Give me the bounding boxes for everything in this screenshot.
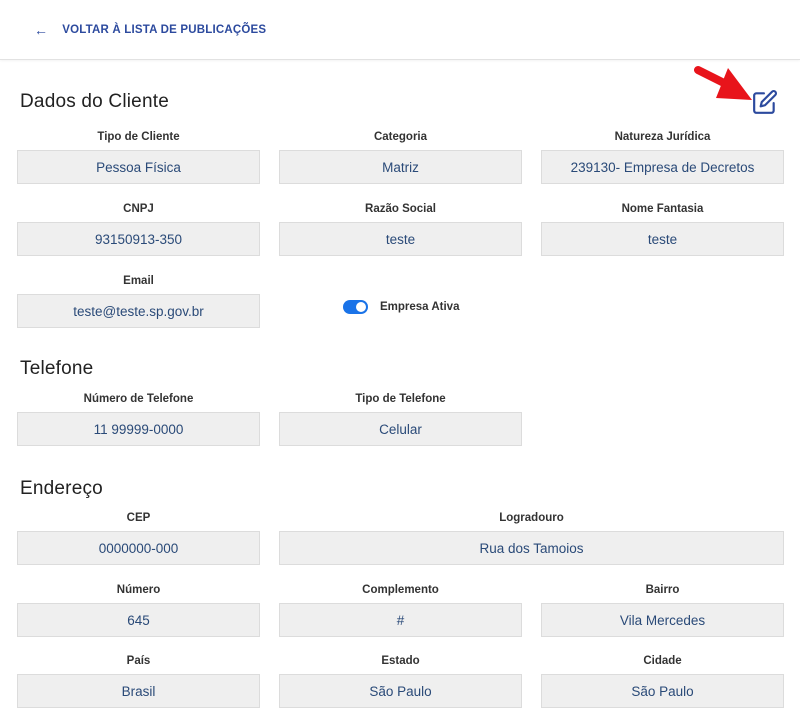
- label-categoria: Categoria: [373, 131, 428, 143]
- label-email: Email: [123, 275, 154, 287]
- empresa-ativa-label: Empresa Ativa: [380, 301, 460, 313]
- empresa-ativa-toggle-group: Empresa Ativa: [343, 300, 459, 314]
- section-title-address: Endereço: [20, 478, 103, 499]
- label-nome-fantasia: Nome Fantasia: [621, 203, 704, 215]
- field-numero[interactable]: 645: [17, 603, 260, 637]
- field-tipo-telefone[interactable]: Celular: [279, 412, 522, 446]
- label-numero: Número: [116, 584, 161, 596]
- field-categoria[interactable]: Matriz: [279, 150, 522, 184]
- label-bairro: Bairro: [645, 584, 680, 596]
- label-cep: CEP: [126, 512, 151, 524]
- label-complemento: Complemento: [362, 584, 439, 596]
- section-title-client: Dados do Cliente: [20, 91, 169, 112]
- field-email[interactable]: teste@teste.sp.gov.br: [17, 294, 260, 328]
- label-logradouro: Logradouro: [499, 512, 564, 524]
- field-razao-social[interactable]: teste: [279, 222, 522, 256]
- field-estado[interactable]: São Paulo: [279, 674, 522, 708]
- field-natureza-juridica[interactable]: 239130- Empresa de Decretos: [541, 150, 784, 184]
- field-nome-fantasia[interactable]: teste: [541, 222, 784, 256]
- back-link-label: VOLTAR À LISTA DE PUBLICAÇÕES: [62, 24, 267, 36]
- field-logradouro[interactable]: Rua dos Tamoios: [279, 531, 784, 565]
- red-annotation-arrow: [694, 66, 752, 100]
- label-cidade: Cidade: [643, 655, 682, 667]
- back-to-list-link[interactable]: ← VOLTAR À LISTA DE PUBLICAÇÕES: [34, 23, 266, 37]
- field-tipo-cliente[interactable]: Pessoa Física: [17, 150, 260, 184]
- field-cidade[interactable]: São Paulo: [541, 674, 784, 708]
- top-bar: ← VOLTAR À LISTA DE PUBLICAÇÕES: [0, 0, 800, 60]
- label-tipo-telefone: Tipo de Telefone: [355, 393, 446, 405]
- field-bairro[interactable]: Vila Mercedes: [541, 603, 784, 637]
- label-estado: Estado: [381, 655, 420, 667]
- label-razao-social: Razão Social: [365, 203, 436, 215]
- field-complemento[interactable]: #: [279, 603, 522, 637]
- edit-icon[interactable]: [752, 89, 778, 115]
- label-tipo-cliente: Tipo de Cliente: [97, 131, 180, 143]
- field-pais[interactable]: Brasil: [17, 674, 260, 708]
- label-cnpj: CNPJ: [123, 203, 154, 215]
- arrow-left-icon: ←: [34, 22, 49, 38]
- label-natureza-juridica: Natureza Jurídica: [614, 131, 711, 143]
- section-title-phone: Telefone: [20, 358, 94, 379]
- label-numero-telefone: Número de Telefone: [83, 393, 194, 405]
- empresa-ativa-toggle[interactable]: [343, 300, 368, 314]
- field-numero-telefone[interactable]: 11 99999-0000: [17, 412, 260, 446]
- label-pais: País: [126, 655, 151, 667]
- field-cnpj[interactable]: 93150913-350: [17, 222, 260, 256]
- field-cep[interactable]: 0000000-000: [17, 531, 260, 565]
- toggle-knob: [356, 302, 366, 312]
